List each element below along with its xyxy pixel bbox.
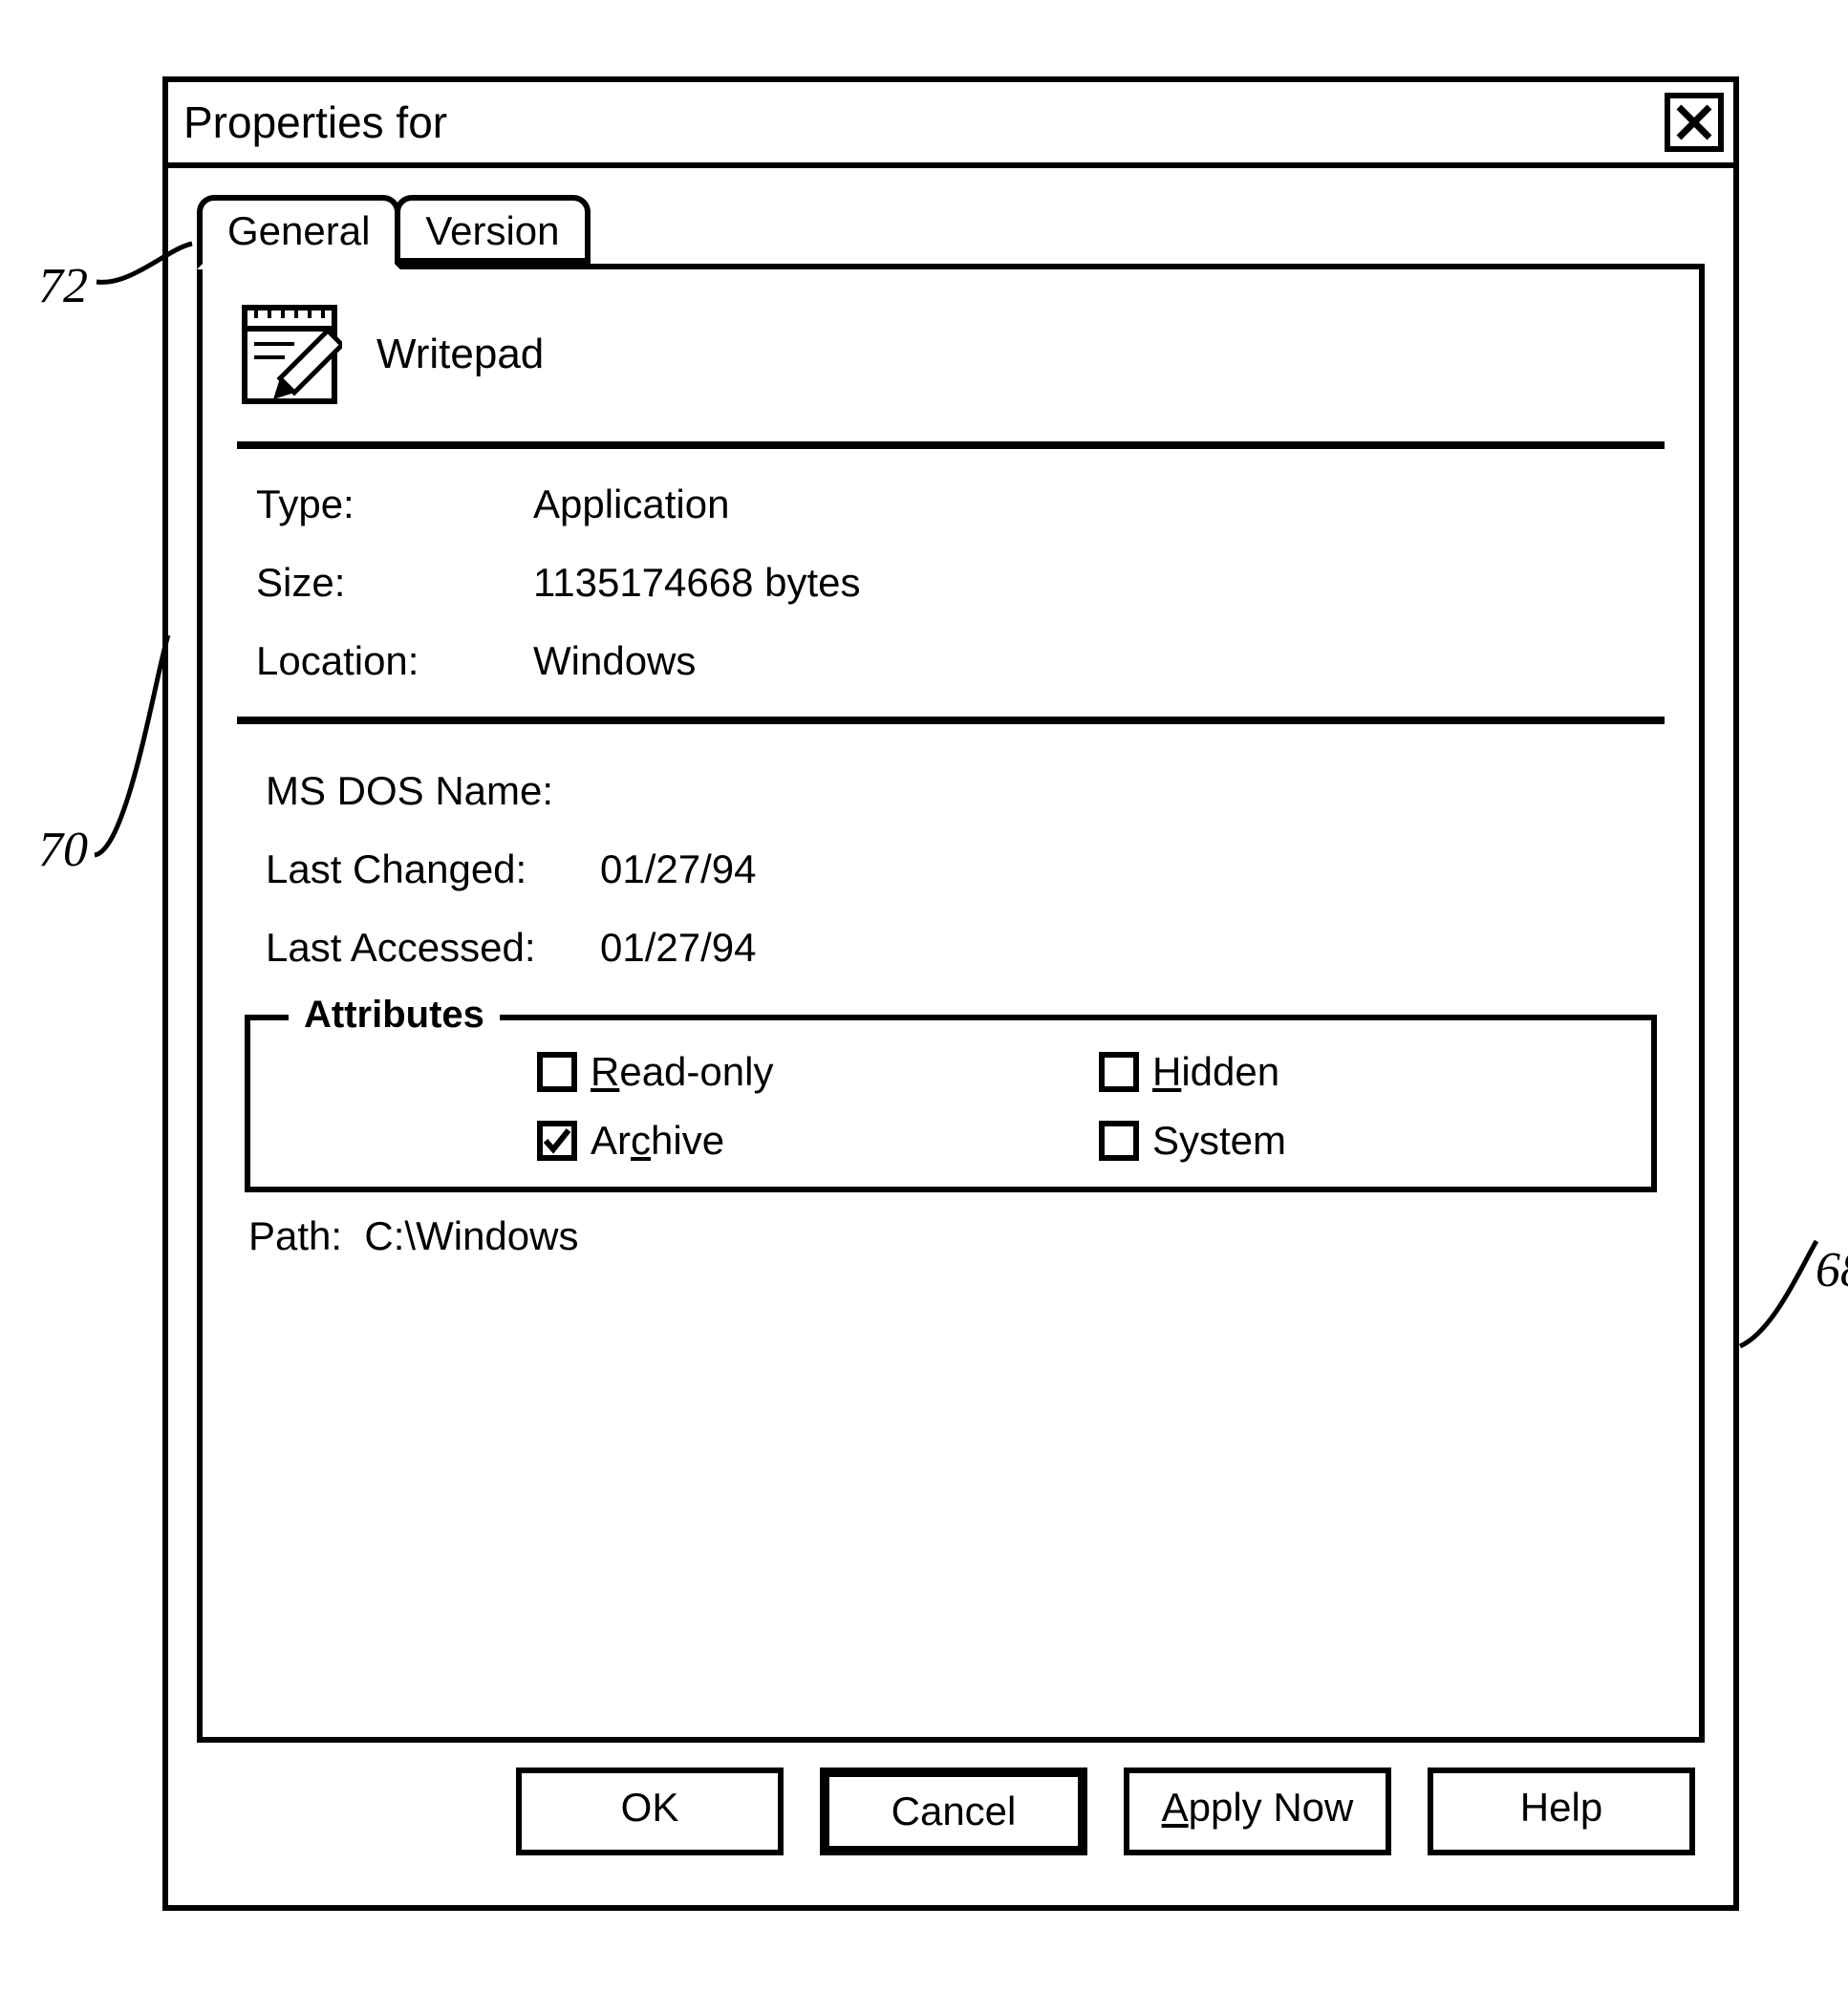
type-label: Type:: [256, 482, 533, 527]
close-icon: [1673, 101, 1715, 143]
checkbox-box: [1099, 1121, 1139, 1161]
lastchanged-label: Last Changed:: [266, 846, 600, 892]
checkbox-system[interactable]: System: [1099, 1118, 1632, 1164]
size-label: Size:: [256, 560, 533, 606]
msdos-label: MS DOS Name:: [266, 768, 600, 814]
file-header: Writepad: [237, 296, 1665, 430]
checkbox-archive[interactable]: Archive: [537, 1118, 1070, 1164]
checkbox-box: [537, 1052, 577, 1092]
cancel-button[interactable]: Cancel: [820, 1768, 1087, 1855]
tab-version[interactable]: Version: [395, 195, 590, 264]
separator: [237, 717, 1665, 724]
checkbox-hidden[interactable]: Hidden: [1099, 1049, 1632, 1095]
path-row: Path: C:\Windows: [248, 1213, 1665, 1259]
attributes-grid: Read-only Hidden Archive: [537, 1049, 1632, 1164]
path-label: Path:: [248, 1213, 342, 1258]
location-value: Windows: [533, 638, 1665, 684]
titlebar: Properties for: [168, 82, 1733, 168]
callout-68: 68: [1816, 1242, 1848, 1298]
properties-dialog: Properties for General Version: [162, 76, 1739, 1911]
file-name: Writepad: [376, 331, 544, 378]
lastaccessed-value: 01/27/94: [600, 925, 1665, 971]
writepad-icon: [237, 302, 342, 407]
path-value: C:\Windows: [364, 1213, 578, 1258]
lastchanged-value: 01/27/94: [600, 846, 1665, 892]
close-button[interactable]: [1665, 93, 1724, 152]
checkbox-box: [537, 1121, 577, 1161]
tab-general[interactable]: General: [197, 195, 400, 269]
checkbox-label: Read-only: [591, 1049, 773, 1095]
properties-grid-2: MS DOS Name: Last Changed: 01/27/94 Last…: [266, 768, 1665, 971]
checkbox-label: Hidden: [1152, 1049, 1279, 1095]
type-value: Application: [533, 482, 1665, 527]
checkbox-label: Archive: [591, 1118, 724, 1164]
tab-panel-general: Writepad Type: Application Size: 1135174…: [197, 264, 1705, 1743]
diagram-stage: Properties for General Version: [38, 38, 1848, 1976]
attributes-group: Attributes Read-only Hidden: [245, 1015, 1657, 1192]
msdos-value: [600, 768, 1665, 814]
check-icon: [543, 1126, 571, 1155]
help-button[interactable]: Help: [1428, 1768, 1695, 1855]
callout-70: 70: [38, 822, 88, 878]
window-title: Properties for: [183, 96, 447, 148]
tab-bar: General Version: [197, 195, 1733, 269]
checkbox-readonly[interactable]: Read-only: [537, 1049, 1070, 1095]
size-value: 1135174668 bytes: [533, 560, 1665, 606]
separator: [237, 441, 1665, 449]
apply-now-button[interactable]: Apply Now: [1124, 1768, 1391, 1855]
button-row: OK Cancel Apply Now Help: [168, 1768, 1695, 1855]
properties-grid-1: Type: Application Size: 1135174668 bytes…: [256, 482, 1665, 684]
lastaccessed-label: Last Accessed:: [266, 925, 600, 971]
attributes-legend: Attributes: [289, 994, 500, 1037]
ok-button[interactable]: OK: [516, 1768, 784, 1855]
checkbox-label: System: [1152, 1118, 1286, 1164]
callout-72: 72: [38, 258, 88, 314]
location-label: Location:: [256, 638, 533, 684]
checkbox-box: [1099, 1052, 1139, 1092]
